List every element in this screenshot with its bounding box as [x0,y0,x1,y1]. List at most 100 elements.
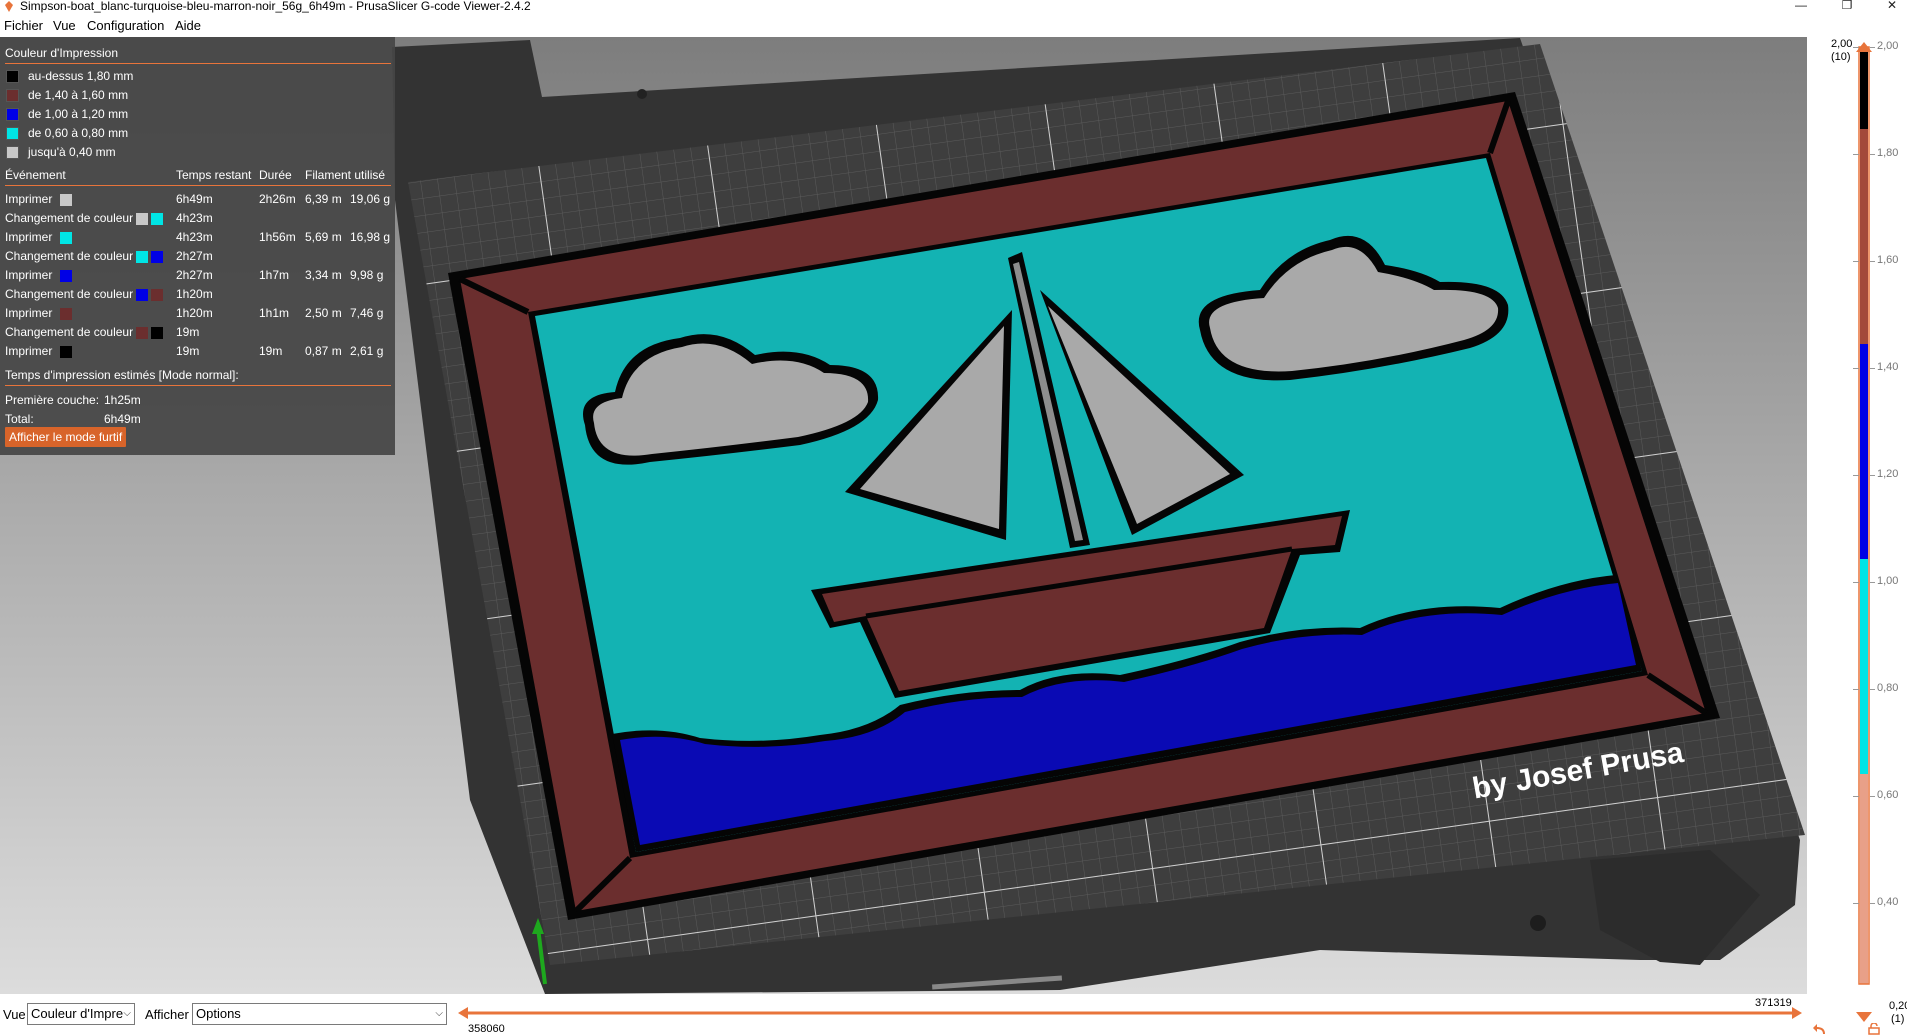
layer-tick [1870,261,1875,262]
range-color-swatch [6,146,19,159]
event-color-swatch [136,289,148,301]
menu-fichier[interactable]: Fichier [4,18,43,33]
show-options-value: Options [196,1006,241,1021]
layer-tick [1870,689,1875,690]
move-end-thumb-icon[interactable] [1792,1007,1802,1019]
layer-slider-lock-icon[interactable] [1868,1023,1880,1035]
layer-tick [1870,368,1875,369]
event-color-swatch [60,194,72,206]
event-filament-length: 5,69 m [305,230,342,244]
layer-bottom-index: (1) [1891,1013,1905,1025]
legend-title: Couleur d'Impression [5,46,119,60]
col-header-event: Événement [5,168,66,182]
layer-tick [1870,475,1875,476]
menu-aide[interactable]: Aide [175,18,201,33]
layer-tick-label: 1,80 [1877,147,1899,159]
col-header-remaining: Temps restant [176,168,252,182]
col-header-duration: Durée [259,168,292,182]
menu-configuration[interactable]: Configuration [87,18,164,33]
event-filament-weight: 2,61 g [350,344,384,358]
undo-arrow-icon[interactable] [1813,1023,1827,1035]
event-remaining-time: 19m [176,344,200,358]
event-duration: 1h1m [259,306,290,320]
layer-bottom-value: 0,20 [1889,1000,1907,1012]
show-options-select[interactable]: Options ⌵ [192,1003,447,1025]
event-label: Imprimer [5,230,53,244]
window-title: Simpson-boat_blanc-turquoise-bleu-marron… [20,0,531,13]
menu-bar: Fichier Vue Configuration Aide [0,14,1907,37]
event-remaining-time: 1h20m [176,306,213,320]
layer-tick-label: 0,80 [1877,682,1899,694]
event-filament-length: 6,39 m [305,192,342,206]
layer-tick-label: 0,60 [1877,789,1899,801]
chevron-down-icon: ⌵ [435,1008,443,1019]
layer-slider-track[interactable] [1857,37,1871,1035]
view-type-select[interactable]: Couleur d'Impre ⌵ [27,1003,135,1025]
total-value: 6h49m [104,412,141,426]
restore-button[interactable]: ❐ [1832,0,1862,14]
horizontal-move-slider[interactable] [458,1005,1802,1021]
event-color-swatch [136,213,148,225]
bottom-toolbar: Vue Couleur d'Impre ⌵ Afficher Options ⌵… [0,994,1807,1035]
layer-tick [1870,903,1875,904]
event-filament-weight: 7,46 g [350,306,384,320]
layer-tick-label: 2,00 [1877,40,1899,52]
event-duration: 2h26m [259,192,296,206]
layer-tick [1853,689,1859,690]
event-duration: 1h56m [259,230,296,244]
legend-panel: Couleur d'Impression au-dessus 1,80 mm de… [0,37,395,455]
close-button[interactable]: ✕ [1877,0,1907,14]
layer-lower-thumb-icon[interactable] [1856,1012,1872,1022]
menu-vue[interactable]: Vue [53,18,76,33]
show-stealth-mode-button[interactable]: Afficher le mode furtif [5,427,127,447]
layer-tick [1853,368,1859,369]
estimated-times-title: Temps d'impression estimés [Mode normal]… [5,368,239,382]
event-remaining-time: 6h49m [176,192,213,206]
layer-tick [1853,475,1859,476]
event-label: Imprimer [5,306,53,320]
event-filament-length: 3,34 m [305,268,342,282]
first-layer-value: 1h25m [104,393,141,407]
layer-tick [1870,796,1875,797]
range-color-swatch [6,70,19,83]
event-filament-length: 0,87 m [305,344,342,358]
title-bar: Simpson-boat_blanc-turquoise-bleu-marron… [0,0,1907,14]
layer-top-index: (10) [1831,51,1851,63]
range-label: de 0,60 à 0,80 mm [28,126,129,140]
event-color-swatch [151,251,163,263]
range-label: au-dessus 1,80 mm [28,69,134,83]
event-color-swatch [60,308,72,320]
move-start-thumb-icon[interactable] [458,1007,468,1019]
event-filament-length: 2,50 m [305,306,342,320]
minimize-button[interactable]: — [1786,0,1816,14]
event-duration: 1h7m [259,268,290,282]
event-filament-weight: 19,06 g [350,192,391,206]
event-color-swatch [136,251,148,263]
range-color-swatch [6,108,19,121]
show-label: Afficher [145,1007,189,1022]
event-color-swatch [151,327,163,339]
event-color-swatch [136,327,148,339]
event-label: Imprimer [5,344,53,358]
range-color-swatch [6,127,19,140]
first-layer-label: Première couche: [5,393,100,407]
prusaslicer-app-icon [5,1,13,12]
event-color-swatch [60,346,72,358]
event-remaining-time: 4h23m [176,230,213,244]
range-label: de 1,00 à 1,20 mm [28,107,129,121]
view-label: Vue [3,1007,26,1022]
event-filament-weight: 16,98 g [350,230,391,244]
chevron-down-icon: ⌵ [123,1008,131,1019]
event-remaining-time: 2h27m [176,249,213,263]
range-color-swatch [6,89,19,102]
layer-tick [1853,903,1859,904]
event-label: Changement de couleur [5,287,134,301]
layer-tick [1853,582,1859,583]
event-label: Changement de couleur [5,249,134,263]
event-remaining-time: 4h23m [176,211,213,225]
layer-slider[interactable]: 2,00 (10) 2,00 1,80 1,60 1,40 1,20 1,00 0,80 0,… [1807,37,1907,1035]
event-filament-weight: 9,98 g [350,268,384,282]
layer-tick-label: 1,40 [1877,361,1899,373]
event-remaining-time: 1h20m [176,287,213,301]
layer-tick [1853,47,1859,48]
